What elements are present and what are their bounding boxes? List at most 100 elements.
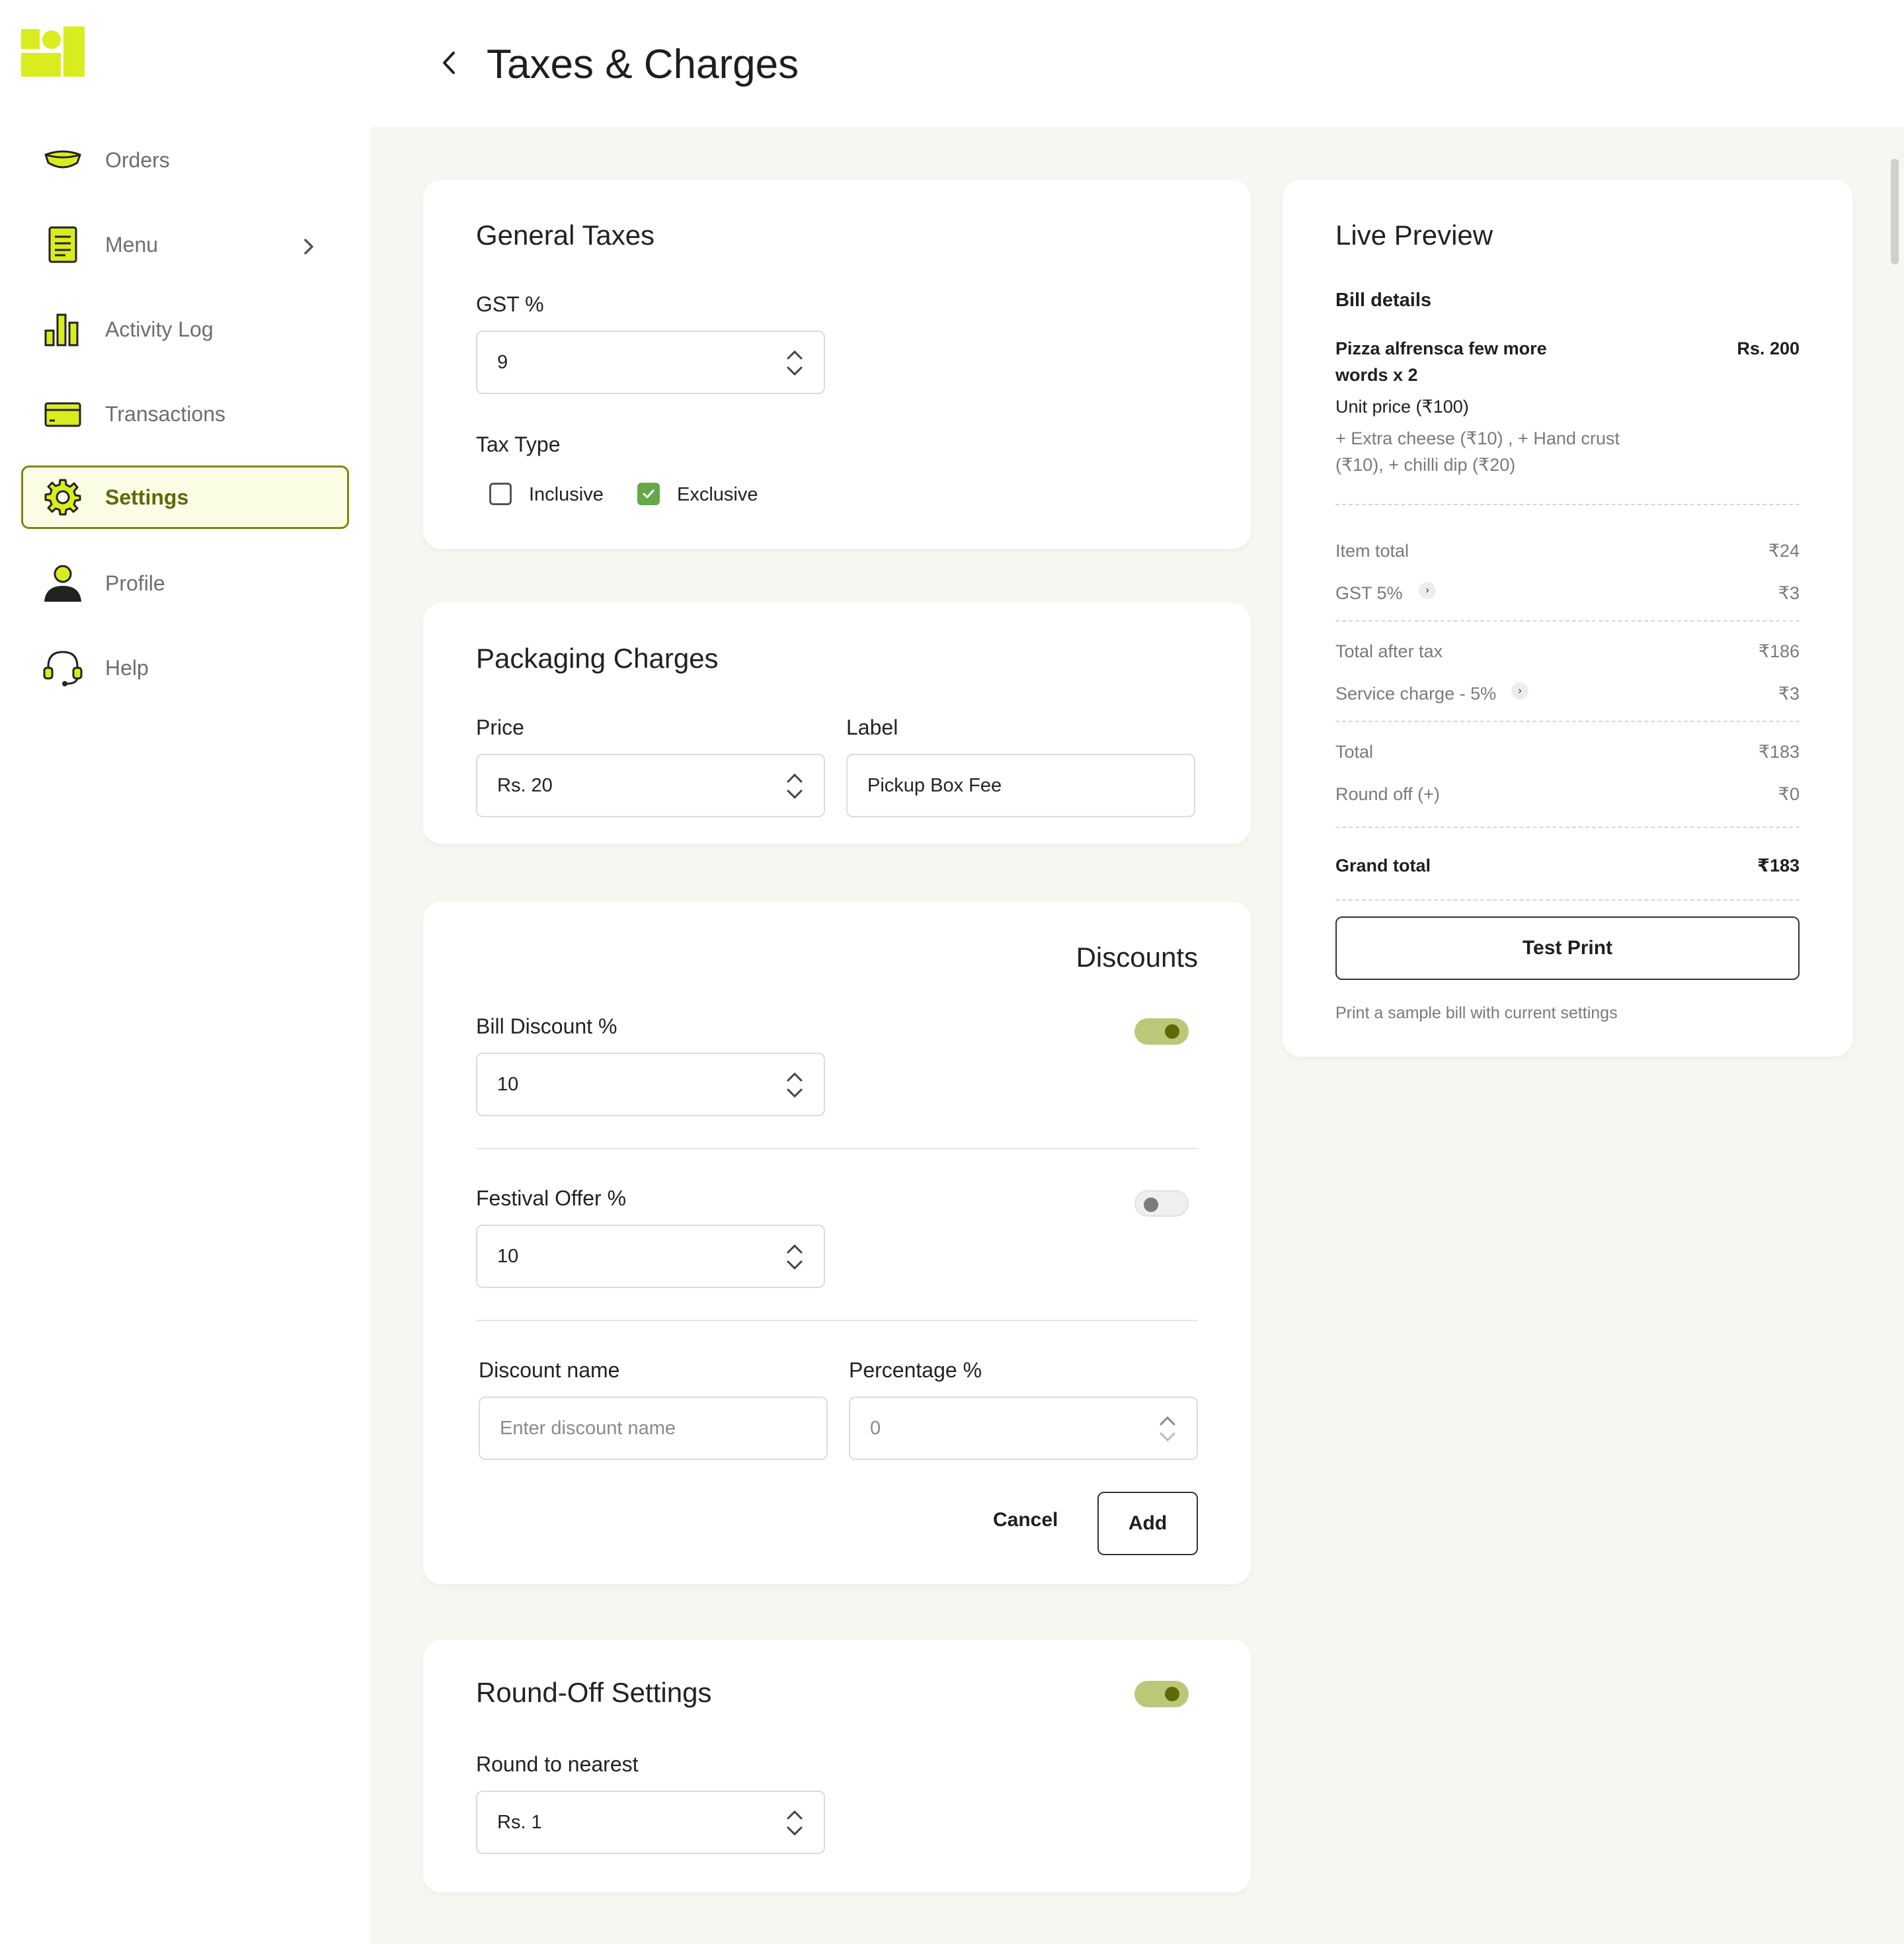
service-charge-value: ₹3 bbox=[1778, 684, 1800, 704]
scrollbar[interactable] bbox=[1891, 159, 1899, 264]
festival-offer-toggle[interactable] bbox=[1134, 1190, 1189, 1217]
stepper-icon[interactable] bbox=[785, 771, 804, 801]
price-input[interactable]: Rs. 20 bbox=[476, 754, 825, 817]
bill-details-heading: Bill details bbox=[1335, 290, 1432, 311]
percentage-placeholder: 0 bbox=[870, 1417, 881, 1439]
percentage-input[interactable]: 0 bbox=[849, 1397, 1198, 1460]
sidebar-item-label: Settings bbox=[105, 485, 189, 509]
discount-name-label: Discount name bbox=[479, 1358, 620, 1382]
sidebar-item-label: Profile bbox=[105, 571, 165, 595]
card-icon bbox=[43, 394, 83, 434]
cancel-button[interactable]: Cancel bbox=[993, 1509, 1058, 1531]
toggle-knob bbox=[1165, 1687, 1179, 1701]
packaging-charges-card: Packaging Charges Price Rs. 20 Label Pic… bbox=[423, 603, 1251, 844]
sidebar-item-activity-log[interactable]: Activity Log bbox=[21, 298, 349, 361]
inclusive-checkbox[interactable] bbox=[489, 483, 512, 505]
bowl-icon bbox=[43, 140, 83, 180]
round-nearest-label: Round to nearest bbox=[476, 1752, 639, 1776]
sidebar-item-settings[interactable]: Settings bbox=[21, 466, 349, 529]
divider bbox=[1335, 899, 1800, 901]
gst-value: ₹3 bbox=[1778, 583, 1800, 603]
bill-discount-input[interactable]: 10 bbox=[476, 1053, 825, 1116]
stepper-icon[interactable] bbox=[1158, 1414, 1177, 1444]
inclusive-label: Inclusive bbox=[529, 484, 604, 505]
total-label: Total bbox=[1335, 742, 1374, 762]
exclusive-checkbox[interactable] bbox=[637, 483, 660, 505]
card-title: Discounts bbox=[1076, 942, 1198, 973]
round-off-label: Round off (+) bbox=[1335, 784, 1440, 804]
gst-label: GST % bbox=[476, 292, 544, 316]
price-value: Rs. 20 bbox=[497, 774, 553, 796]
festival-offer-value: 10 bbox=[497, 1245, 519, 1267]
bar-chart-icon bbox=[43, 309, 83, 349]
discount-name-placeholder: Enter discount name bbox=[500, 1417, 676, 1439]
stepper-icon[interactable] bbox=[785, 1242, 804, 1272]
price-label: Price bbox=[476, 715, 524, 739]
round-off-toggle[interactable] bbox=[1134, 1681, 1189, 1707]
sidebar-item-label: Orders bbox=[105, 147, 170, 172]
card-title: Round-Off Settings bbox=[476, 1677, 712, 1708]
live-preview-card: Live Preview Bill details Pizza alfrensc… bbox=[1283, 180, 1852, 1057]
sidebar-item-orders[interactable]: Orders bbox=[21, 128, 349, 192]
chevron-right-icon bbox=[304, 239, 313, 255]
toggle-knob bbox=[1144, 1197, 1158, 1212]
tax-type-label: Tax Type bbox=[476, 432, 561, 456]
after-tax-value: ₹186 bbox=[1758, 641, 1800, 661]
gst-input[interactable]: 9 bbox=[476, 331, 825, 394]
bill-discount-value: 10 bbox=[497, 1073, 519, 1095]
add-button[interactable]: Add bbox=[1097, 1492, 1198, 1555]
back-arrow-icon[interactable] bbox=[436, 46, 463, 79]
addons: (₹10), + chilli dip (₹20) bbox=[1335, 455, 1516, 475]
sidebar-item-label: Menu bbox=[105, 232, 159, 257]
card-title: Packaging Charges bbox=[476, 643, 719, 674]
round-nearest-input[interactable]: Rs. 1 bbox=[476, 1791, 825, 1854]
festival-offer-label: Festival Offer % bbox=[476, 1186, 627, 1210]
divider bbox=[476, 1148, 1198, 1149]
item-total-label: Item total bbox=[1335, 541, 1409, 561]
addons: + Extra cheese (₹10) , + Hand crust bbox=[1335, 428, 1620, 448]
sidebar-item-menu[interactable]: Menu bbox=[21, 213, 349, 276]
festival-offer-input[interactable]: 10 bbox=[476, 1225, 825, 1288]
grand-total-value: ₹183 bbox=[1757, 856, 1800, 875]
percentage-label: Percentage % bbox=[849, 1358, 982, 1382]
bill-discount-toggle[interactable] bbox=[1134, 1018, 1189, 1045]
bill-discount-label: Bill Discount % bbox=[476, 1014, 617, 1038]
menu-list-icon bbox=[43, 225, 83, 264]
grand-total-label: Grand total bbox=[1335, 856, 1431, 875]
item-name: words x 2 bbox=[1335, 365, 1418, 385]
brand-logo bbox=[21, 26, 85, 77]
sidebar-item-transactions[interactable]: Transactions bbox=[21, 382, 349, 446]
gst-value: 9 bbox=[497, 351, 508, 373]
toggle-knob bbox=[1165, 1024, 1179, 1039]
label-input[interactable]: Pickup Box Fee bbox=[846, 754, 1195, 817]
user-icon bbox=[43, 563, 83, 603]
test-print-button[interactable]: Test Print bbox=[1335, 916, 1800, 980]
stepper-icon[interactable] bbox=[785, 1808, 804, 1838]
divider bbox=[1335, 721, 1800, 722]
stepper-icon[interactable] bbox=[785, 1070, 804, 1100]
item-name: Pizza alfrensca few more bbox=[1335, 339, 1547, 358]
stepper-icon[interactable] bbox=[785, 348, 804, 378]
round-off-value: ₹0 bbox=[1778, 784, 1800, 804]
headset-icon bbox=[43, 648, 83, 688]
card-title: General Taxes bbox=[476, 220, 655, 251]
sidebar-item-label: Transactions bbox=[105, 401, 225, 426]
sidebar-item-help[interactable]: Help bbox=[21, 636, 349, 700]
unit-price: Unit price (₹100) bbox=[1335, 397, 1469, 417]
discount-name-input[interactable]: Enter discount name bbox=[479, 1397, 828, 1460]
service-charge-label: Service charge - 5% bbox=[1335, 684, 1497, 704]
chevron-right-icon[interactable]: › bbox=[1419, 582, 1436, 599]
checkmark-icon bbox=[643, 489, 654, 499]
item-price: Rs. 200 bbox=[1737, 339, 1800, 358]
gear-icon bbox=[43, 477, 83, 517]
item-total-value: ₹24 bbox=[1768, 541, 1800, 561]
label-value: Pickup Box Fee bbox=[867, 774, 1002, 796]
total-value: ₹183 bbox=[1758, 742, 1800, 762]
card-title: Live Preview bbox=[1335, 220, 1493, 251]
round-nearest-value: Rs. 1 bbox=[497, 1811, 542, 1833]
sidebar-item-profile[interactable]: Profile bbox=[21, 551, 349, 615]
sidebar-item-label: Help bbox=[105, 655, 149, 680]
chevron-right-icon[interactable]: › bbox=[1511, 682, 1528, 700]
label-label: Label bbox=[846, 715, 898, 739]
page-header: Taxes & Charges bbox=[370, 0, 1904, 127]
